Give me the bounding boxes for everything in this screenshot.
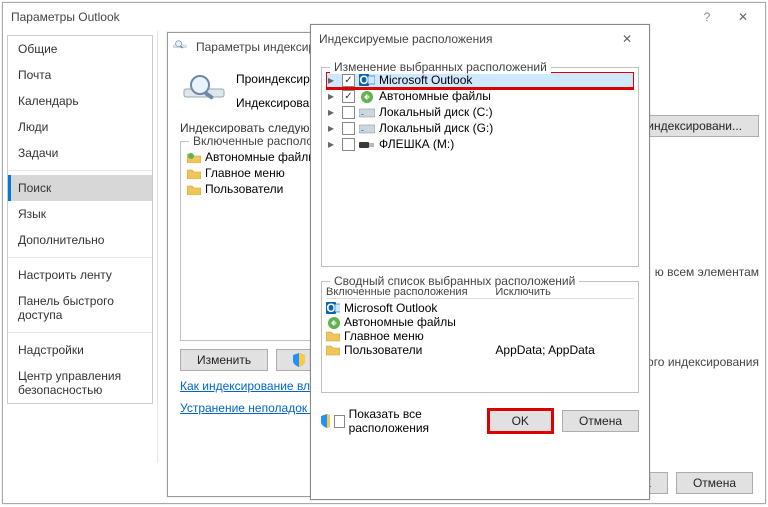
options-category-list: Общие Почта Календарь Люди Задачи Поиск … <box>7 35 153 404</box>
idxloc-ok-button[interactable]: OK <box>489 410 552 432</box>
category-tasks[interactable]: Задачи <box>8 140 152 166</box>
category-advanced[interactable]: Дополнительно <box>8 227 152 253</box>
category-language[interactable]: Язык <box>8 201 152 227</box>
summary-row-exclude: AppData; AppData <box>495 343 634 357</box>
included-item-label: Главное меню <box>205 166 285 180</box>
tree-row-label: Локальный диск (C:) <box>379 105 493 119</box>
summary-row-exclude <box>495 301 634 315</box>
shield-icon <box>321 414 330 428</box>
idxloc-footer: Показать все расположения OK Отмена <box>321 407 639 435</box>
summary-row-label: Пользователи <box>344 343 422 357</box>
summary-row-label: Главное меню <box>344 329 424 343</box>
idxloc-titlebar: Индексируемые расположения ✕ <box>311 25 649 53</box>
idxloc-cancel-button[interactable]: Отмена <box>562 410 639 432</box>
expand-icon[interactable]: ▸ <box>328 121 338 135</box>
category-separator <box>8 332 152 333</box>
category-qat[interactable]: Панель быстрого доступа <box>8 288 152 328</box>
outlook-icon <box>326 301 340 315</box>
show-all-checkbox[interactable] <box>334 415 344 428</box>
locations-tree[interactable]: ▸ ✓ Microsoft Outlook ▸ ✓ Автономные файлы ▸ Ло… <box>326 72 634 262</box>
drive-icon <box>359 121 375 135</box>
change-button[interactable]: Изменить <box>180 349 268 371</box>
show-all-locations[interactable]: Показать все расположения <box>321 407 469 435</box>
folder-icon <box>326 329 340 343</box>
shield-icon <box>293 353 305 367</box>
summary-row: Автономные файлы <box>326 315 634 329</box>
tree-row[interactable]: ▸ ФЛЕШКА (M:) <box>326 136 634 152</box>
all-items-text: ю всем элементам <box>655 265 759 279</box>
summary-group: Сводный список выбранных расположений Вк… <box>321 281 639 393</box>
offline-icon <box>326 315 340 329</box>
tree-checkbox[interactable]: ✓ <box>342 74 355 87</box>
offline-files-icon <box>187 151 201 163</box>
drive-icon <box>359 105 375 119</box>
summary-row-label: Автономные файлы <box>344 315 456 329</box>
expand-icon[interactable]: ▸ <box>328 89 338 103</box>
idxloc-title: Индексируемые расположения <box>315 32 609 46</box>
tree-checkbox[interactable]: ✓ <box>342 90 355 103</box>
tree-row-label: Автономные файлы <box>379 89 491 103</box>
tree-row-label: ФЛЕШКА (M:) <box>379 137 454 151</box>
usb-icon <box>359 137 375 151</box>
outlook-icon <box>359 73 375 87</box>
tree-row[interactable]: ▸ ✓ Microsoft Outlook <box>326 72 634 88</box>
show-all-label: Показать все расположения <box>349 407 469 435</box>
tree-row-label: Локальный диск (G:) <box>379 121 493 135</box>
folder-icon <box>187 167 201 179</box>
summary-row-exclude <box>495 329 634 343</box>
help-icon[interactable]: ? <box>689 10 725 24</box>
indexing-icon <box>172 39 188 55</box>
expand-icon[interactable]: ▸ <box>328 137 338 151</box>
expand-icon[interactable]: ▸ <box>328 73 338 87</box>
change-selected-group: Изменение выбранных расположений ▸✓Micro… <box>321 67 639 267</box>
category-separator <box>8 170 152 171</box>
category-people[interactable]: Люди <box>8 114 152 140</box>
category-general[interactable]: Общие <box>8 36 152 62</box>
summary-label: Сводный список выбранных расположений <box>330 274 579 288</box>
category-trust[interactable]: Центр управления безопасностью <box>8 363 152 403</box>
change-selected-label: Изменение выбранных расположений <box>330 60 551 74</box>
category-mail[interactable]: Почта <box>8 62 152 88</box>
tree-row[interactable]: ▸ Локальный диск (G:) <box>326 120 634 136</box>
tree-checkbox[interactable] <box>342 122 355 135</box>
category-ribbon[interactable]: Настроить ленту <box>8 262 152 288</box>
close-icon[interactable]: ✕ <box>609 32 645 46</box>
summary-row: Microsoft Outlook <box>326 301 634 315</box>
category-separator <box>8 257 152 258</box>
options-title: Параметры Outlook <box>7 10 689 24</box>
summary-list: Включенные расположения Исключить Micros… <box>326 286 634 388</box>
folder-icon <box>187 183 201 195</box>
tree-row-label: Microsoft Outlook <box>379 73 472 87</box>
options-cancel-button[interactable]: Отмена <box>676 472 753 494</box>
tree-row[interactable]: ▸ Локальный диск (C:) <box>326 104 634 120</box>
summary-row-exclude <box>495 315 634 329</box>
close-icon[interactable]: ✕ <box>725 10 761 24</box>
category-search[interactable]: Поиск <box>8 175 152 201</box>
options-sidebar: Общие Почта Календарь Люди Задачи Поиск … <box>3 31 158 463</box>
expand-icon[interactable]: ▸ <box>328 105 338 119</box>
indexed-locations-window: Индексируемые расположения ✕ Изменение в… <box>310 24 650 500</box>
tree-checkbox[interactable] <box>342 106 355 119</box>
tree-checkbox[interactable] <box>342 138 355 151</box>
summary-row: Главное меню <box>326 329 634 343</box>
summary-row-label: Microsoft Outlook <box>344 301 437 315</box>
offline-icon <box>359 89 375 103</box>
category-addins[interactable]: Надстройки <box>8 337 152 363</box>
summary-row: Пользователи AppData; AppData <box>326 343 634 357</box>
included-item-label: Автономные файлы <box>205 150 317 164</box>
magnifier-icon <box>180 71 228 111</box>
folder-icon <box>326 343 340 357</box>
included-item-label: Пользователи <box>205 182 283 196</box>
tree-row[interactable]: ▸ ✓ Автономные файлы <box>326 88 634 104</box>
category-calendar[interactable]: Календарь <box>8 88 152 114</box>
